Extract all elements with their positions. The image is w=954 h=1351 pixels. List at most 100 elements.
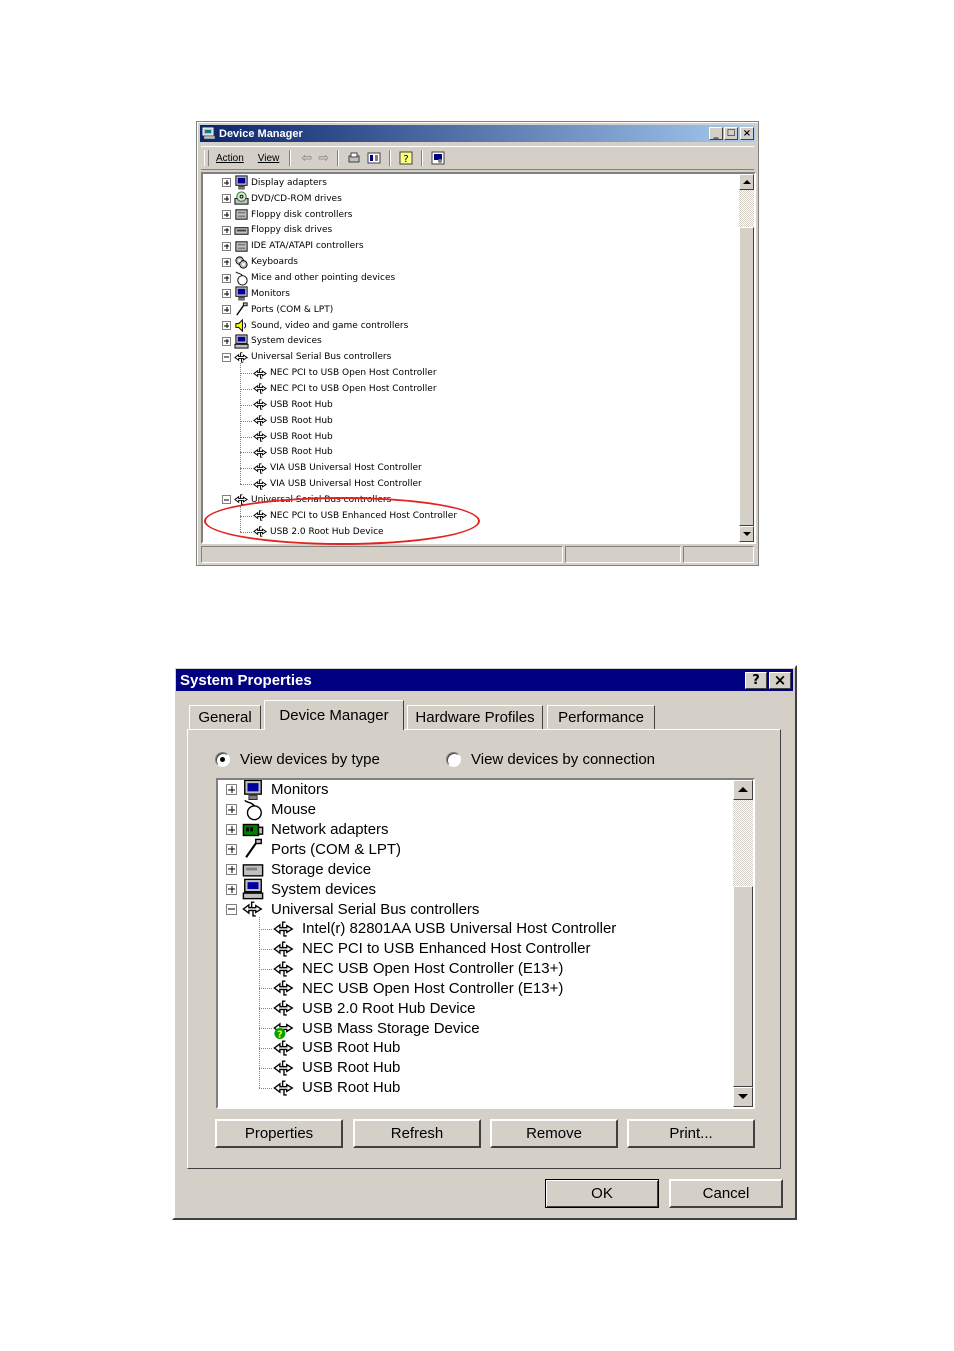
expand-icon[interactable] — [222, 321, 231, 331]
print-button-label: Print... — [669, 1125, 713, 1142]
expand-icon[interactable] — [222, 273, 231, 283]
tree-category-item[interactable]: Ports (COM & LPT) — [218, 839, 401, 860]
tab-general[interactable]: General — [189, 705, 261, 729]
tree-category-item[interactable]: System devices — [203, 334, 322, 350]
radio-view-by-type[interactable]: View devices by type — [215, 748, 380, 770]
system-device-tree[interactable]: Monitors Mouse Network adapters Ports (COM … — [216, 778, 755, 1109]
tree-child-item[interactable]: NEC PCI to USB Enhanced Host Controller — [218, 939, 590, 959]
device-tree[interactable]: Display adapters DVD/CD-ROM drives Floppy … — [201, 172, 756, 544]
tree-category-item[interactable]: Universal Serial Bus controllers — [203, 492, 391, 508]
expand-icon[interactable] — [226, 824, 237, 836]
scroll-thumb[interactable] — [739, 227, 754, 526]
printer-icon[interactable] — [347, 151, 361, 165]
tree-child-item[interactable]: USB Root Hub — [203, 444, 333, 460]
expand-icon[interactable] — [222, 210, 231, 220]
back-arrow-icon[interactable]: ⇦ — [301, 150, 312, 166]
tree-category-item[interactable]: Floppy disk drives — [203, 223, 332, 239]
expand-icon[interactable] — [222, 257, 231, 267]
tree-category-item[interactable]: Universal Serial Bus controllers — [203, 349, 391, 365]
expand-icon[interactable] — [222, 305, 231, 315]
scan-hardware-icon[interactable] — [431, 151, 445, 165]
scroll-up-button[interactable] — [739, 174, 754, 190]
refresh-button[interactable]: Refresh — [353, 1119, 481, 1148]
tree-category-item[interactable]: Storage device — [218, 859, 371, 879]
tree-child-item[interactable]: VIA USB Universal Host Controller — [203, 476, 422, 492]
tree-child-item[interactable]: USB Root Hub — [218, 1038, 400, 1058]
expand-icon[interactable] — [226, 883, 237, 895]
expand-icon[interactable] — [222, 289, 231, 299]
tree-child-item[interactable]: VIA USB Universal Host Controller — [203, 460, 422, 476]
tree-category-item[interactable]: Universal Serial Bus controllers — [218, 899, 479, 919]
tree-child-item[interactable]: NEC PCI to USB Enhanced Host Controller — [203, 508, 457, 524]
ok-button[interactable]: OK — [545, 1179, 659, 1208]
tree-item-label: USB Root Hub — [302, 1079, 401, 1097]
tree-child-item[interactable]: USB Root Hub — [218, 1078, 400, 1098]
properties-button[interactable]: Properties — [215, 1119, 343, 1148]
tree-child-item[interactable]: Intel(r) 82801AA USB Universal Host Cont… — [218, 919, 616, 939]
help-icon[interactable]: ? — [399, 151, 413, 165]
close-button[interactable]: × — [769, 672, 791, 689]
mouse-icon — [234, 271, 249, 286]
properties-icon[interactable] — [367, 151, 381, 165]
usb-icon — [242, 898, 264, 920]
view-menu[interactable]: View — [258, 153, 280, 164]
tab-performance[interactable]: Performance — [547, 705, 655, 729]
expand-icon[interactable] — [222, 178, 231, 188]
minimize-button[interactable]: _ — [709, 127, 723, 140]
forward-arrow-icon[interactable]: ⇨ — [318, 150, 329, 166]
expand-icon[interactable] — [226, 863, 237, 875]
expand-icon[interactable] — [226, 784, 237, 796]
collapse-icon[interactable] — [222, 495, 231, 505]
expand-icon[interactable] — [222, 336, 231, 346]
scroll-up-button[interactable] — [733, 780, 753, 800]
tree-category-item[interactable]: Floppy disk controllers — [203, 207, 352, 223]
controller-icon — [234, 207, 249, 222]
cancel-button[interactable]: Cancel — [669, 1179, 783, 1208]
tree-child-item[interactable]: USB Root Hub — [218, 1058, 400, 1078]
tree-child-item[interactable]: ? USB Mass Storage Device — [218, 1018, 480, 1040]
scroll-down-button[interactable] — [739, 526, 754, 542]
tree-category-item[interactable]: Monitors — [218, 780, 329, 800]
tab-hardware-profiles[interactable]: Hardware Profiles — [407, 705, 543, 729]
tree-category-item[interactable]: Network adapters — [218, 820, 389, 840]
expand-icon[interactable] — [222, 241, 231, 251]
maximize-button[interactable]: □ — [724, 127, 738, 140]
expand-icon[interactable] — [222, 225, 231, 235]
tree-child-item[interactable]: NEC USB Open Host Controller (E13+) — [218, 959, 563, 979]
tree-child-item[interactable]: USB Root Hub — [203, 429, 333, 445]
tree-category-item[interactable]: Monitors — [203, 286, 290, 302]
collapse-icon[interactable] — [222, 352, 231, 362]
radio-view-by-connection[interactable]: View devices by connection — [446, 748, 655, 770]
collapse-icon[interactable] — [226, 903, 237, 915]
expand-icon[interactable] — [226, 804, 237, 816]
vertical-scrollbar[interactable] — [739, 174, 754, 542]
tree-child-item[interactable]: USB 2.0 Root Hub Device — [218, 998, 475, 1018]
help-button[interactable]: ? — [745, 672, 767, 689]
tree-child-item[interactable]: NEC PCI to USB Open Host Controller — [203, 381, 437, 397]
expand-icon[interactable] — [226, 843, 237, 855]
tree-category-item[interactable]: System devices — [218, 878, 376, 900]
close-button[interactable]: × — [740, 127, 754, 140]
tree-category-item[interactable]: Display adapters — [203, 175, 327, 191]
tree-child-item[interactable]: NEC USB Open Host Controller (E13+) — [218, 979, 563, 999]
print-button[interactable]: Print... — [627, 1119, 755, 1148]
tree-category-item[interactable]: Mice and other pointing devices — [203, 270, 395, 286]
tree-child-item[interactable]: USB Root Hub — [203, 413, 333, 429]
tree-child-item[interactable]: USB Root Hub — [203, 397, 333, 413]
status-pane-main — [201, 546, 563, 563]
tree-category-item[interactable]: DVD/CD-ROM drives — [203, 191, 342, 207]
tree-category-item[interactable]: Sound, video and game controllers — [203, 318, 408, 334]
scroll-down-button[interactable] — [733, 1087, 753, 1107]
tree-category-item[interactable]: Keyboards — [203, 254, 298, 270]
tree-category-item[interactable]: IDE ATA/ATAPI controllers — [203, 238, 364, 254]
vertical-scrollbar[interactable] — [733, 780, 753, 1107]
tree-child-item[interactable]: USB 2.0 Root Hub Device — [203, 524, 384, 540]
tree-child-item[interactable]: NEC PCI to USB Open Host Controller — [203, 365, 437, 381]
tree-category-item[interactable]: Mouse — [218, 799, 316, 821]
tab-device-manager[interactable]: Device Manager — [264, 700, 404, 730]
remove-button[interactable]: Remove — [490, 1119, 618, 1148]
tree-category-item[interactable]: Ports (COM & LPT) — [203, 302, 333, 318]
expand-icon[interactable] — [222, 194, 231, 204]
scroll-thumb[interactable] — [733, 886, 753, 1087]
action-menu[interactable]: Action — [216, 153, 244, 164]
